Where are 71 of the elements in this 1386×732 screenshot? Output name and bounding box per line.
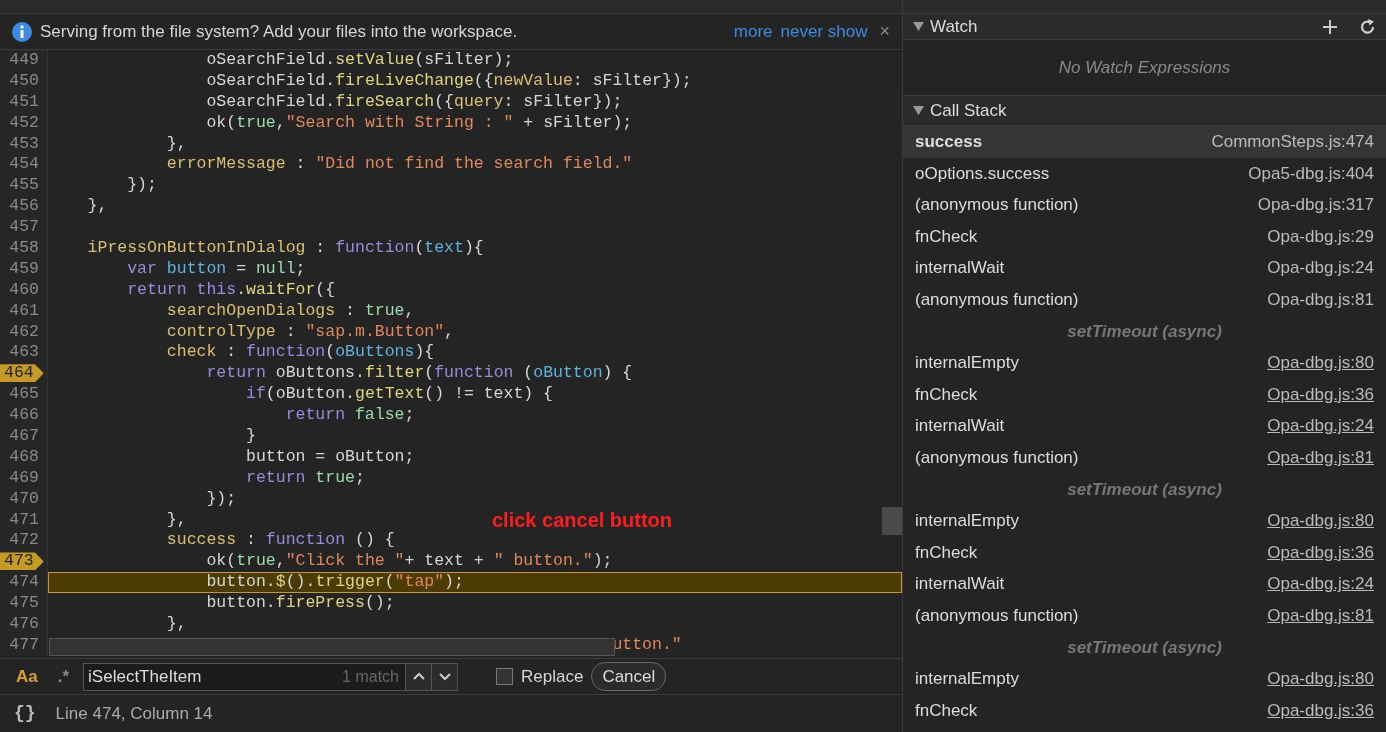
code-line: return false; xyxy=(285,405,415,425)
call-frame[interactable]: (anonymous function) Opa-dbg.js:317 xyxy=(903,189,1386,221)
code-line: button.$().trigger("tap"); xyxy=(206,572,464,592)
call-frame[interactable]: fnCheck Opa-dbg.js:36 xyxy=(903,536,1386,569)
code-line: }, xyxy=(166,614,187,634)
code-line: return this.waitFor({ xyxy=(127,279,336,299)
breakpoint-marker[interactable]: 464 xyxy=(0,364,44,383)
code-line: var button = null; xyxy=(127,258,306,278)
code-line: oSearchField.fireSearch({query: sFilter}); xyxy=(206,91,623,111)
code-line: }); xyxy=(206,488,237,508)
expand-icon[interactable] xyxy=(913,22,924,31)
info-message: Serving from the file system? Add your files into the workspace. xyxy=(40,20,519,43)
call-frame[interactable]: internalEmpty Opa-dbg.js:80 xyxy=(903,663,1386,695)
call-frame[interactable]: success CommonSteps.js:474 xyxy=(903,126,1386,158)
call-frame[interactable]: fnCheck Opa-dbg.js:36 xyxy=(903,694,1386,727)
code-line: }, xyxy=(166,133,187,153)
code-line: } xyxy=(246,426,256,446)
replace-checkbox[interactable] xyxy=(496,668,513,685)
add-icon[interactable] xyxy=(1322,18,1338,35)
annotation-text: click cancel button xyxy=(492,508,673,533)
info-icon xyxy=(12,21,32,42)
scrollbar-thumb[interactable] xyxy=(882,507,902,535)
code-line: button = oButton; xyxy=(246,446,415,466)
call-frame[interactable]: internalWait Opa-dbg.js:24 xyxy=(903,568,1386,600)
code-line: }, xyxy=(166,509,187,529)
code-line: errorMessage : "Did not find the search field." xyxy=(166,154,633,174)
call-frame[interactable]: (anonymous function) Opa-dbg.js:81 xyxy=(903,283,1386,316)
code-line: controlType : "sap.m.Button", xyxy=(166,321,454,341)
call-frame[interactable]: internalEmpty Opa-dbg.js:80 xyxy=(903,505,1386,537)
code-line: ok(true,"Click the "+ text + " button."); xyxy=(206,551,613,571)
code-line: }, xyxy=(87,196,108,216)
code-line: }); xyxy=(127,175,157,195)
code-line: iPressOnButtonInDialog : function(text){ xyxy=(87,238,484,257)
refresh-icon[interactable] xyxy=(1360,18,1376,35)
match-case-toggle[interactable]: Aa xyxy=(10,663,44,690)
call-frame[interactable]: internalWait Opa-dbg.js:24 xyxy=(903,252,1386,284)
code-line: return oButtons.filter(function (oButton) { xyxy=(206,363,633,383)
call-frame[interactable]: internalEmpty Opa-dbg.js:80 xyxy=(903,347,1386,379)
async-separator: setTimeout (async) xyxy=(1067,478,1222,501)
cursor-position: Line 474, Column 14 xyxy=(55,702,213,725)
format-button[interactable]: {} xyxy=(14,700,36,727)
breakpoint-marker[interactable]: 473 xyxy=(0,552,44,571)
code-line: utton." xyxy=(612,634,682,654)
call-frame[interactable]: (anonymous function) Opa-dbg.js:81 xyxy=(903,599,1386,632)
code-line: oSearchField.fireLiveChange({newValue: sFilter}); xyxy=(206,70,692,90)
code-line: return true; xyxy=(246,467,365,487)
section-title: Watch xyxy=(930,15,979,38)
cancel-button[interactable]: Cancel xyxy=(591,661,667,692)
code-line: oSearchField.setValue(sFilter); xyxy=(206,50,514,69)
call-frame[interactable]: internalWait Opa-dbg.js:24 xyxy=(903,410,1386,442)
close-button[interactable]: × xyxy=(875,18,890,45)
call-frame[interactable]: fnCheck Opa-dbg.js:36 xyxy=(903,378,1386,411)
code-line: ok(true,"Search with String : " + sFilter); xyxy=(206,112,633,132)
section-title: Call Stack xyxy=(930,99,1007,122)
code-editor[interactable] xyxy=(0,50,902,658)
async-separator: setTimeout (async) xyxy=(1067,636,1222,659)
call-frame[interactable]: fnCheck Opa-dbg.js:29 xyxy=(903,220,1386,253)
code-line: check : function(oButtons){ xyxy=(166,342,435,362)
horizontal-scrollbar[interactable] xyxy=(49,638,615,656)
code-line: success : function () { xyxy=(166,530,395,550)
expand-icon[interactable] xyxy=(913,106,924,115)
replace-label[interactable]: Replace xyxy=(521,663,584,690)
call-frame[interactable]: (anonymous function) Opa-dbg.js:81 xyxy=(903,441,1386,474)
async-separator: setTimeout (async) xyxy=(1067,320,1222,343)
info-link[interactable]: never show xyxy=(780,18,868,45)
regex-toggle[interactable]: .* xyxy=(51,663,76,690)
call-frame[interactable]: oOptions.success Opa5-dbg.js:404 xyxy=(903,157,1386,190)
info-link[interactable]: more xyxy=(733,18,773,45)
code-line: button.firePress(); xyxy=(206,593,395,613)
code-line: searchOpenDialogs : true, xyxy=(166,300,415,320)
code-line: if(oButton.getText() != text) { xyxy=(246,384,554,404)
